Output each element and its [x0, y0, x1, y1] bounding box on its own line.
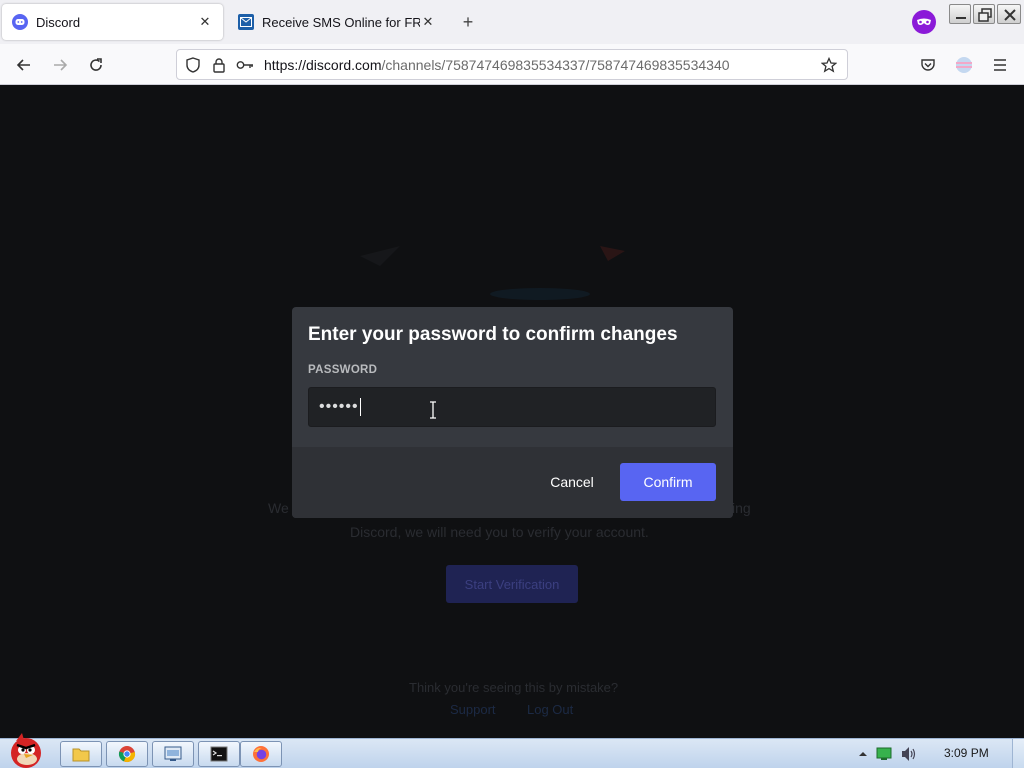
address-bar[interactable]: https://discord.com/channels/75874746983…: [176, 49, 848, 80]
firefox-icon: [253, 746, 269, 762]
modal-title: Enter your password to confirm changes: [308, 324, 678, 345]
tracking-shield-icon[interactable]: [180, 52, 206, 78]
command-prompt-icon: [210, 746, 228, 762]
taskbar-clock[interactable]: 3:09 PM: [944, 746, 989, 760]
tab-close-icon[interactable]: ✕: [420, 14, 436, 30]
taskbar-chrome-button[interactable]: [106, 741, 148, 767]
system-tray: [858, 743, 918, 765]
window-close-button[interactable]: [997, 4, 1021, 24]
network-window-icon: [164, 746, 182, 761]
tab-receive-sms[interactable]: Receive SMS Online for FREE ✕: [228, 4, 446, 40]
folder-icon: [72, 748, 90, 762]
bookmark-star-icon[interactable]: [817, 53, 841, 77]
background-logout-link: Log Out: [527, 702, 574, 717]
tray-expand-icon[interactable]: [858, 749, 868, 759]
background-support-link: Support: [450, 702, 496, 717]
tab-title: Discord: [36, 14, 81, 30]
verification-illustration: [360, 246, 625, 300]
taskbar: 3:09 PM: [0, 733, 1024, 768]
ibeam-cursor-icon: [430, 401, 436, 419]
password-value: ••••••: [319, 398, 359, 415]
tab-title: Receive SMS Online for FREE: [262, 14, 420, 30]
discord-icon: [12, 14, 28, 30]
tab-close-icon[interactable]: ✕: [197, 14, 213, 30]
taskbar-network-button[interactable]: [152, 741, 194, 767]
background-text-line2: Discord, we will need you to verify your…: [350, 524, 649, 540]
browser-tab-strip: Discord ✕ Receive SMS Online for FREE ✕ …: [0, 0, 1024, 44]
reload-icon[interactable]: [83, 52, 109, 78]
password-label: PASSWORD: [308, 364, 378, 376]
new-tab-icon[interactable]: +: [458, 12, 478, 32]
background-text-line1-left: We: [268, 500, 289, 516]
text-caret: [359, 398, 361, 416]
key-icon[interactable]: [232, 52, 258, 78]
account-avatar-icon[interactable]: [951, 52, 977, 78]
chrome-icon: [118, 746, 136, 763]
angry-bird-start-icon: [11, 733, 41, 768]
private-browsing-icon: [912, 10, 936, 34]
pocket-icon[interactable]: [915, 52, 941, 78]
back-icon[interactable]: [11, 52, 37, 78]
taskbar-explorer-button[interactable]: [60, 741, 102, 767]
window-minimize-button[interactable]: [949, 4, 971, 24]
menu-icon[interactable]: [987, 52, 1013, 78]
start-button[interactable]: [2, 731, 50, 768]
sms-site-icon: [238, 14, 254, 30]
cancel-button[interactable]: Cancel: [538, 463, 606, 501]
network-status-icon[interactable]: [876, 747, 892, 761]
volume-icon[interactable]: [900, 746, 918, 762]
browser-nav-bar: https://discord.com/channels/75874746983…: [0, 44, 1024, 85]
window-restore-button[interactable]: [973, 4, 995, 24]
taskbar-firefox-button[interactable]: [240, 741, 282, 767]
confirm-password-modal: Enter your password to confirm changes P…: [292, 307, 733, 518]
background-text-line1-right: ing: [732, 500, 751, 516]
forward-icon[interactable]: [47, 52, 73, 78]
show-desktop-button[interactable]: [1012, 739, 1024, 768]
taskbar-cmd-button[interactable]: [198, 741, 240, 767]
background-footer-question: Think you're seeing this by mistake?: [409, 680, 619, 695]
lock-icon[interactable]: [206, 52, 232, 78]
tab-discord[interactable]: Discord ✕: [2, 4, 223, 40]
url-text: https://discord.com/channels/75874746983…: [264, 56, 730, 73]
start-verification-button: Start Verification: [446, 565, 578, 603]
password-input[interactable]: ••••••: [308, 387, 716, 427]
confirm-button[interactable]: Confirm: [620, 463, 716, 501]
